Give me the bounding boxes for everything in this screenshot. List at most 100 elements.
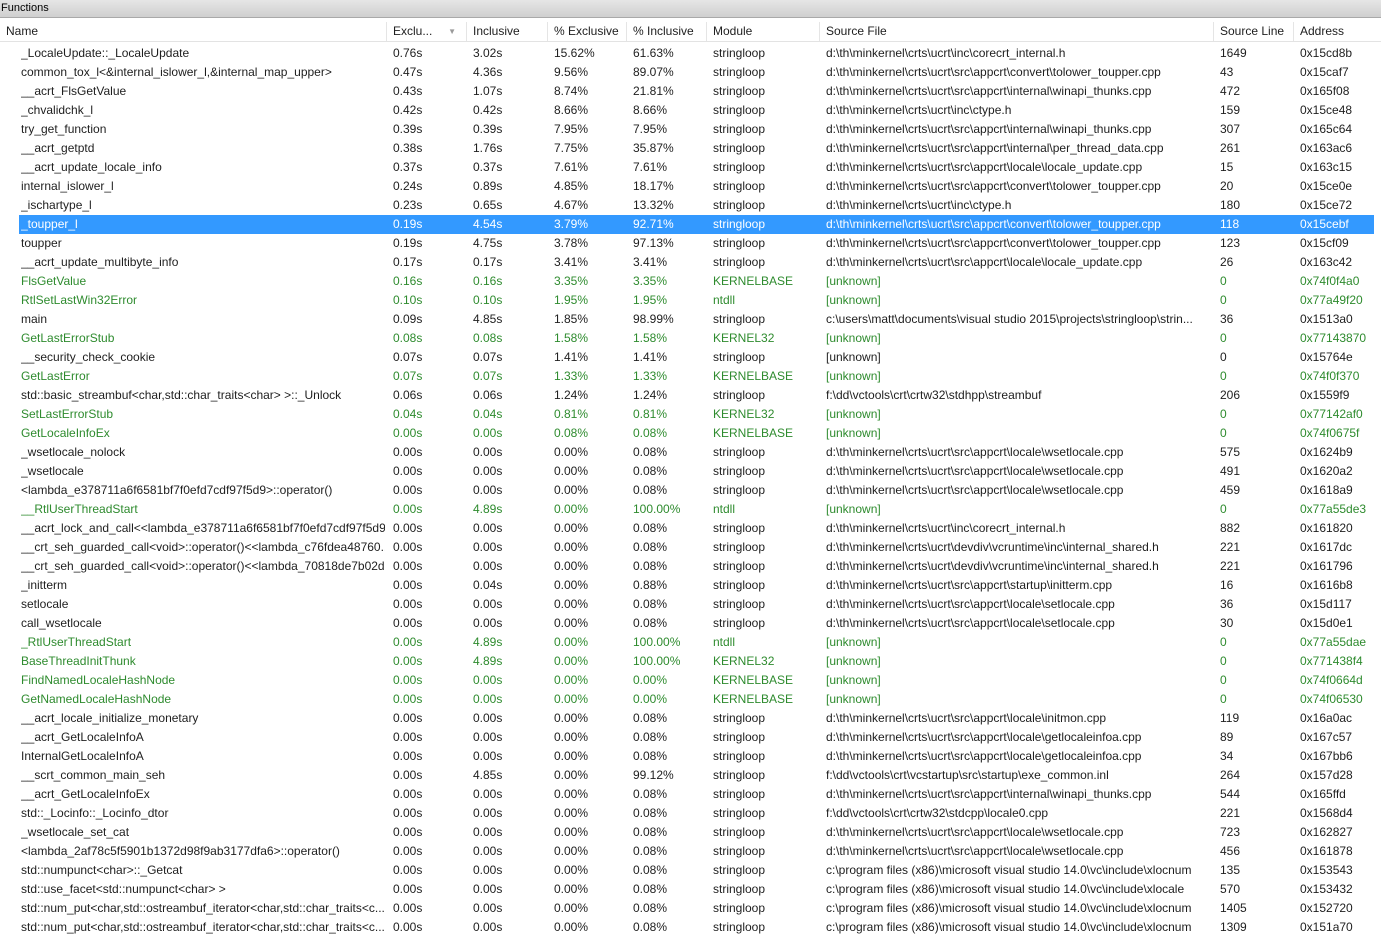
inclusive-value: 4.89s	[473, 635, 503, 649]
table-row[interactable]: _ischartype_l 0.23s 0.65s 4.67% 13.32% string…	[0, 196, 1381, 215]
address-value: 0x15cf09	[1300, 236, 1349, 250]
table-row[interactable]: __acrt_locale_initialize_monetary 0.00s 0.…	[0, 709, 1381, 728]
inclusive-value: 0.00s	[473, 483, 503, 497]
function-name: __acrt_getptd	[21, 141, 95, 155]
source-line-value: 118	[1220, 217, 1240, 231]
table-row[interactable]: __acrt_GetLocaleInfoEx 0.00s 0.00s 0.00% 0.0…	[0, 785, 1381, 804]
address-value: 0x165f08	[1300, 84, 1350, 98]
pct-inclusive-value: 61.63%	[633, 46, 674, 60]
table-row[interactable]: std::numpunct<char>::_Getcat 0.00s 0.00s 0.…	[0, 861, 1381, 880]
table-row[interactable]: _wsetlocale_nolock 0.00s 0.00s 0.00% 0.08% st…	[0, 443, 1381, 462]
table-row[interactable]: __security_check_cookie 0.07s 0.07s 1.41% 1.…	[0, 348, 1381, 367]
column-header-source-line[interactable]: Source Line	[1214, 22, 1294, 41]
table-row[interactable]: SetLastErrorStub 0.04s 0.04s 0.81% 0.81% KERN…	[0, 405, 1381, 424]
table-row[interactable]: __RtlUserThreadStart 0.00s 4.89s 0.00% 100.0…	[0, 500, 1381, 519]
source-line-value: 307	[1220, 122, 1241, 136]
exclusive-value: 0.00s	[393, 730, 423, 744]
table-row[interactable]: GetNamedLocaleHashNode 0.00s 0.00s 0.00% 0.0…	[0, 690, 1381, 709]
source-line-value: 0	[1220, 654, 1227, 668]
inclusive-value: 0.00s	[473, 730, 503, 744]
column-header-source-file[interactable]: Source File	[820, 22, 1214, 41]
table-row[interactable]: main 0.09s 4.85s 1.85% 98.99% stringloop c:\us…	[0, 310, 1381, 329]
inclusive-value: 0.00s	[473, 920, 503, 934]
table-row[interactable]: GetLastError 0.07s 0.07s 1.33% 1.33% KERNELBA…	[0, 367, 1381, 386]
module-value: ntdll	[713, 502, 736, 516]
table-row[interactable]: BaseThreadInitThunk 0.00s 4.89s 0.00% 100.00…	[0, 652, 1381, 671]
pct-exclusive-value: 0.00%	[554, 635, 589, 649]
table-row[interactable]: FlsGetValue 0.16s 0.16s 3.35% 3.35% KERNELBAS…	[0, 272, 1381, 291]
pct-inclusive-value: 1.24%	[633, 388, 668, 402]
address-value: 0x77143870	[1300, 331, 1367, 345]
table-row[interactable]: __crt_seh_guarded_call<void>::operator()…	[0, 557, 1381, 576]
table-row[interactable]: __acrt_update_locale_info 0.37s 0.37s 7.61%…	[0, 158, 1381, 177]
pct-exclusive-value: 7.75%	[554, 141, 589, 155]
address-value: 0x163c15	[1300, 160, 1353, 174]
column-header-pct-exclusive[interactable]: % Exclusive	[548, 22, 627, 41]
table-row[interactable]: GetLastErrorStub 0.08s 0.08s 1.58% 1.58% KERN…	[0, 329, 1381, 348]
table-row[interactable]: __acrt_GetLocaleInfoA 0.00s 0.00s 0.00% 0.08…	[0, 728, 1381, 747]
table-row[interactable]: __acrt_getptd 0.38s 1.76s 7.75% 35.87% string…	[0, 139, 1381, 158]
table-row[interactable]: __acrt_FlsGetValue 0.43s 1.07s 8.74% 21.81% s…	[0, 82, 1381, 101]
table-row[interactable]: <lambda_e378711a6f6581bf7f0efd7cdf97f5d9…	[0, 481, 1381, 500]
pct-inclusive-value: 3.35%	[633, 274, 668, 288]
function-name: FindNamedLocaleHashNode	[21, 673, 176, 687]
source-file-value: [unknown]	[826, 274, 881, 288]
address-value: 0x77a49f20	[1300, 293, 1363, 307]
table-row[interactable]: GetLocaleInfoEx 0.00s 0.00s 0.08% 0.08% KERNE…	[0, 424, 1381, 443]
table-row[interactable]: std::num_put<char,std::ostreambuf_iterat…	[0, 899, 1381, 918]
table-row[interactable]: __scrt_common_main_seh 0.00s 4.85s 0.00% 99.…	[0, 766, 1381, 785]
table-row[interactable]: _chvalidchk_l 0.42s 0.42s 8.66% 8.66% stringl…	[0, 101, 1381, 120]
column-header-module[interactable]: Module	[707, 22, 820, 41]
exclusive-value: 0.00s	[393, 483, 423, 497]
source-line-value: 0	[1220, 369, 1227, 383]
table-row[interactable]: setlocale 0.00s 0.00s 0.00% 0.08% stringloop d…	[0, 595, 1381, 614]
table-row-selected[interactable]: _toupper_l 0.19s 4.54s 3.79% 92.71% stringloo…	[0, 215, 1381, 234]
table-row[interactable]: common_tox_l<&internal_islower_l,&intern…	[0, 63, 1381, 82]
source-file-value: d:\th\minkernel\crts\ucrt\src\appcrt\loc…	[826, 597, 1115, 611]
pct-exclusive-value: 3.41%	[554, 255, 589, 269]
table-row[interactable]: call_wsetlocale 0.00s 0.00s 0.00% 0.08% strin…	[0, 614, 1381, 633]
table-row[interactable]: _initterm 0.00s 0.04s 0.00% 0.88% stringloop d…	[0, 576, 1381, 595]
table-row[interactable]: __acrt_update_multibyte_info 0.17s 0.17s 3.…	[0, 253, 1381, 272]
function-name: __acrt_GetLocaleInfoA	[21, 730, 144, 744]
table-row[interactable]: _wsetlocale_set_cat 0.00s 0.00s 0.00% 0.08% s…	[0, 823, 1381, 842]
inclusive-value: 0.00s	[473, 825, 503, 839]
table-row[interactable]: FindNamedLocaleHashNode 0.00s 0.00s 0.00% 0.…	[0, 671, 1381, 690]
table-row[interactable]: toupper 0.19s 4.75s 3.78% 97.13% stringloop d:…	[0, 234, 1381, 253]
table-row[interactable]: std::basic_streambuf<char,std::char_trai…	[0, 386, 1381, 405]
column-header-address[interactable]: Address	[1294, 22, 1381, 41]
module-value: stringloop	[713, 350, 766, 364]
table-row[interactable]: try_get_function 0.39s 0.39s 7.95% 7.95% stri…	[0, 120, 1381, 139]
column-header-name[interactable]: Name	[0, 22, 387, 41]
table-row[interactable]: _LocaleUpdate::_LocaleUpdate 0.76s 3.02s 15…	[0, 44, 1381, 63]
column-header-inclusive[interactable]: Inclusive	[467, 22, 548, 41]
table-row[interactable]: InternalGetLocaleInfoA 0.00s 0.00s 0.00% 0.0…	[0, 747, 1381, 766]
table-row[interactable]: std::use_facet<std::numpunct<char> > 0.00…	[0, 880, 1381, 899]
table-row[interactable]: std::_Locinfo::_Locinfo_dtor 0.00s 0.00s 0.…	[0, 804, 1381, 823]
inclusive-value: 0.00s	[473, 863, 503, 877]
table-row[interactable]: __acrt_lock_and_call<<lambda_e378711a6f6…	[0, 519, 1381, 538]
table-row[interactable]: _RtlUserThreadStart 0.00s 4.89s 0.00% 100.00…	[0, 633, 1381, 652]
pct-exclusive-value: 1.85%	[554, 312, 589, 326]
function-name: __acrt_update_multibyte_info	[21, 255, 179, 269]
table-row[interactable]: internal_islower_l 0.24s 0.89s 4.85% 18.17% s…	[0, 177, 1381, 196]
pct-exclusive-value: 0.00%	[554, 616, 589, 630]
exclusive-value: 0.00s	[393, 426, 423, 440]
table-row[interactable]: RtlSetLastWin32Error 0.10s 0.10s 1.95% 1.95%…	[0, 291, 1381, 310]
column-header-exclusive[interactable]: Exclu... ▼	[387, 22, 467, 41]
table-row[interactable]: <lambda_2af78c5f5901b1372d98f9ab3177dfa6…	[0, 842, 1381, 861]
table-row[interactable]: __crt_seh_guarded_call<void>::operator()…	[0, 538, 1381, 557]
address-value: 0x1618a9	[1300, 483, 1353, 497]
pct-exclusive-value: 1.95%	[554, 293, 589, 307]
module-value: stringloop	[713, 920, 766, 934]
exclusive-value: 0.00s	[393, 844, 423, 858]
pct-inclusive-value: 18.17%	[633, 179, 674, 193]
pct-exclusive-value: 8.66%	[554, 103, 589, 117]
table-row[interactable]: std::num_put<char,std::ostreambuf_iterat…	[0, 918, 1381, 937]
exclusive-value: 0.00s	[393, 825, 423, 839]
exclusive-value: 0.10s	[393, 293, 423, 307]
module-value: KERNEL32	[713, 331, 775, 345]
column-header-pct-inclusive[interactable]: % Inclusive	[627, 22, 707, 41]
table-row[interactable]: _wsetlocale 0.00s 0.00s 0.00% 0.08% stringloo…	[0, 462, 1381, 481]
pct-exclusive-value: 0.00%	[554, 692, 589, 706]
